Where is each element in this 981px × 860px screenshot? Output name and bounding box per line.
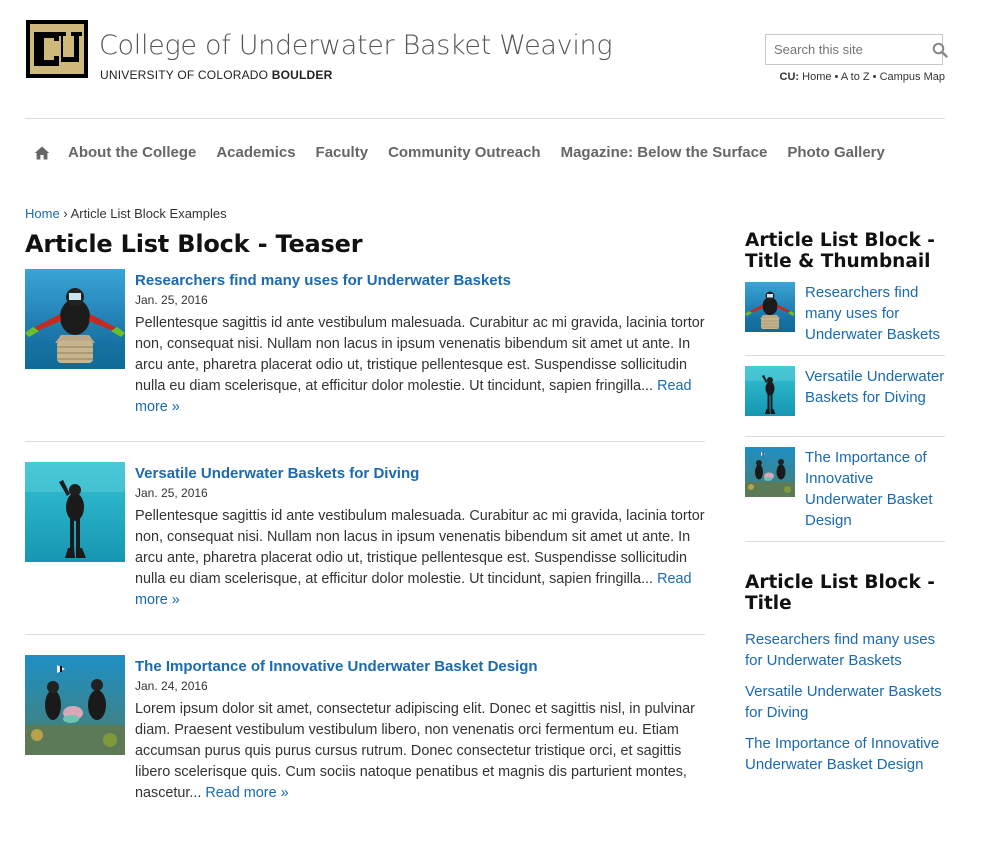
- sidebar-thumbnail[interactable]: [745, 282, 795, 332]
- separator: •: [869, 71, 880, 83]
- nav-community-outreach[interactable]: Community Outreach: [388, 144, 541, 161]
- breadcrumb-home[interactable]: Home: [25, 206, 60, 221]
- sidebar-title-link[interactable]: The Importance of Innovative Underwater …: [745, 733, 945, 775]
- nav-academics[interactable]: Academics: [216, 144, 295, 161]
- article-title-link[interactable]: Researchers find many uses for Underwate…: [135, 272, 705, 289]
- sidebar-thumbnail[interactable]: [745, 447, 795, 497]
- sidebar-thumb-link[interactable]: Researchers find many uses for Underwate…: [805, 282, 945, 345]
- article-date: Jan. 25, 2016: [135, 486, 208, 500]
- article-thumbnail[interactable]: [25, 269, 125, 369]
- sidebar-divider: [745, 541, 945, 542]
- article-date: Jan. 24, 2016: [135, 679, 208, 693]
- cu-campus-map-link[interactable]: Campus Map: [880, 71, 945, 83]
- search-icon[interactable]: [932, 40, 948, 60]
- article-title-link[interactable]: The Importance of Innovative Underwater …: [135, 658, 705, 675]
- page-title: Article List Block - Teaser: [25, 230, 363, 258]
- article-date: Jan. 25, 2016: [135, 293, 208, 307]
- article-summary: Pellentesque sagittis id ante vestibulum…: [135, 506, 705, 611]
- article-summary: Lorem ipsum dolor sit amet, consectetur …: [135, 699, 705, 804]
- article-summary-text: Pellentesque sagittis id ante vestibulum…: [135, 508, 705, 587]
- sidebar-divider: [745, 436, 945, 437]
- cu-label: CU:: [779, 71, 800, 83]
- nav-about[interactable]: About the College: [68, 144, 196, 161]
- sidebar-thumb-link[interactable]: The Importance of Innovative Underwater …: [805, 447, 945, 531]
- university-campus: BOULDER: [271, 68, 333, 82]
- article-thumbnail[interactable]: [25, 655, 125, 755]
- search-box: [765, 34, 948, 65]
- site-name[interactable]: College of Underwater Basket Weaving: [99, 30, 613, 61]
- breadcrumb-current: Article List Block Examples: [70, 206, 227, 221]
- cu-logo[interactable]: [25, 19, 89, 79]
- article-summary-text: Pellentesque sagittis id ante vestibulum…: [135, 315, 705, 394]
- sidebar-divider: [745, 355, 945, 356]
- article-title-link[interactable]: Versatile Underwater Baskets for Diving: [135, 465, 705, 482]
- home-icon[interactable]: [34, 145, 50, 161]
- sidebar-thumb-link[interactable]: Versatile Underwater Baskets for Diving: [805, 366, 945, 408]
- nav-photo-gallery[interactable]: Photo Gallery: [787, 144, 885, 161]
- sidebar-thumbnail[interactable]: [745, 366, 795, 416]
- university-name[interactable]: UNIVERSITY OF COLORADO BOULDER: [100, 68, 332, 82]
- breadcrumb: Home › Article List Block Examples: [25, 206, 227, 221]
- main-nav: About the College Academics Faculty Comm…: [34, 144, 905, 161]
- search-input[interactable]: [766, 35, 932, 64]
- nav-faculty[interactable]: Faculty: [316, 144, 369, 161]
- cu-links: CU: Home • A to Z • Campus Map: [780, 71, 945, 83]
- separator: •: [831, 71, 841, 83]
- sidebar-thumbnail-block-title: Article List Block - Title & Thumbnail: [745, 230, 935, 272]
- cu-a-to-z-link[interactable]: A to Z: [841, 71, 870, 83]
- breadcrumb-separator: ›: [63, 206, 68, 221]
- university-prefix: UNIVERSITY OF COLORADO: [100, 68, 272, 82]
- sidebar-title-block-title: Article List Block - Title: [745, 572, 935, 614]
- sidebar-title-link[interactable]: Researchers find many uses for Underwate…: [745, 629, 945, 671]
- article-divider: [25, 634, 705, 635]
- article-thumbnail[interactable]: [25, 462, 125, 562]
- cu-home-link[interactable]: Home: [802, 71, 831, 83]
- article-divider: [25, 441, 705, 442]
- header-divider: [25, 118, 945, 119]
- article-summary: Pellentesque sagittis id ante vestibulum…: [135, 313, 705, 418]
- nav-magazine[interactable]: Magazine: Below the Surface: [561, 144, 768, 161]
- sidebar-title-link[interactable]: Versatile Underwater Baskets for Diving: [745, 681, 945, 723]
- read-more-link[interactable]: Read more »: [205, 785, 288, 801]
